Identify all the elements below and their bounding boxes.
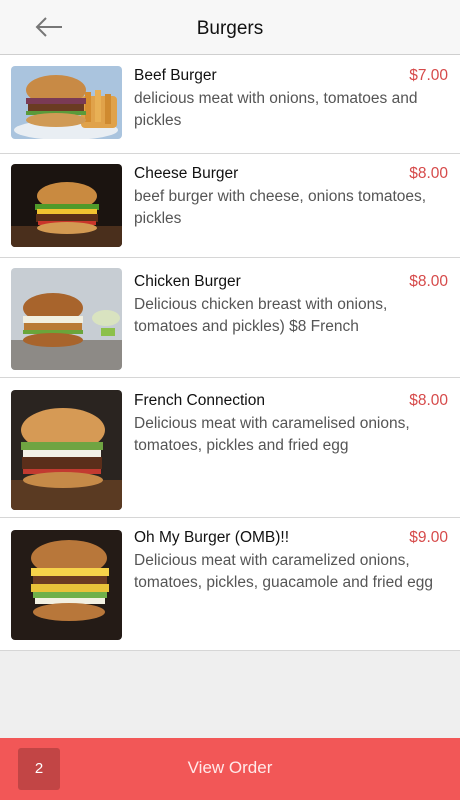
item-name: Cheese Burger (134, 165, 239, 182)
item-name: Beef Burger (134, 67, 217, 84)
menu-item-chicken-burger[interactable]: Chicken Burger $8.00 Delicious chicken b… (0, 258, 460, 378)
item-price: $9.00 (409, 529, 448, 546)
view-order-button[interactable]: View Order (0, 758, 460, 778)
item-description: Delicious meat with caramelized onions, … (134, 552, 433, 591)
oh-my-burger-image (11, 530, 122, 640)
item-name: French Connection (134, 392, 265, 409)
item-name: Chicken Burger (134, 273, 241, 290)
item-description: Delicious chicken breast with onions, to… (134, 296, 388, 335)
item-price: $8.00 (409, 392, 448, 409)
item-price: $7.00 (409, 67, 448, 84)
chicken-burger-image (11, 268, 122, 370)
view-order-bar[interactable]: 2 View Order (0, 738, 460, 800)
french-connection-image (11, 390, 122, 510)
header-bar: Burgers (0, 0, 460, 55)
item-description: delicious meat with onions, tomatoes and… (134, 90, 418, 129)
item-name: Oh My Burger (OMB)!! (134, 529, 290, 546)
menu-item-cheese-burger[interactable]: Cheese Burger $8.00 beef burger with che… (0, 154, 460, 258)
app-screen: Burgers Beef Burger $7.00 delicious meat… (0, 0, 460, 800)
item-description: Delicious meat with caramelised onions, … (134, 415, 410, 454)
item-description: beef burger with cheese, onions tomatoes… (134, 188, 427, 227)
beef-burger-image (11, 66, 122, 139)
menu-item-french-connection[interactable]: French Connection $8.00 Delicious meat w… (0, 378, 460, 518)
menu-item-oh-my-burger[interactable]: Oh My Burger (OMB)!! $9.00 Delicious mea… (0, 518, 460, 651)
menu-item-beef-burger[interactable]: Beef Burger $7.00 delicious meat with on… (0, 55, 460, 154)
item-price: $8.00 (409, 273, 448, 290)
menu-list: Beef Burger $7.00 delicious meat with on… (0, 55, 460, 651)
item-price: $8.00 (409, 165, 448, 182)
page-title: Burgers (196, 18, 264, 39)
cheese-burger-image (11, 164, 122, 247)
